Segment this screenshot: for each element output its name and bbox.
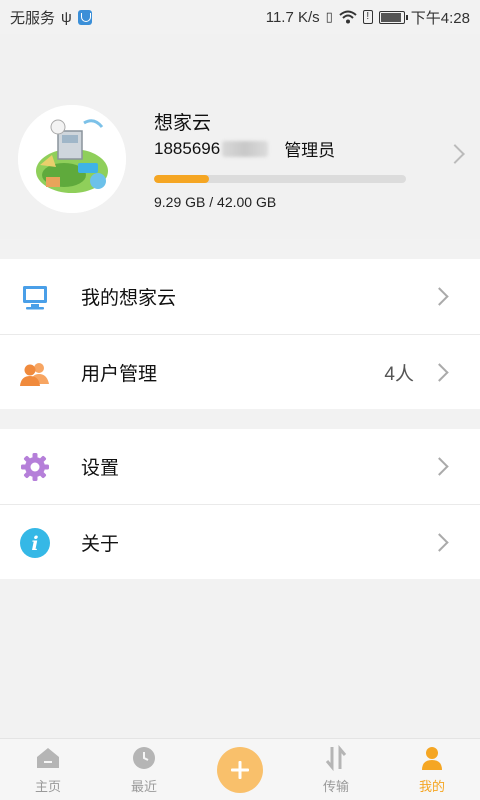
phone-redaction <box>222 140 269 157</box>
carrier-text: 无服务 <box>10 9 56 27</box>
person-icon <box>422 747 442 770</box>
chevron-right-icon <box>430 362 449 382</box>
clock-icon <box>133 747 155 769</box>
home-icon <box>37 748 59 768</box>
chevron-right-icon <box>430 287 449 306</box>
avatar[interactable] <box>18 105 126 213</box>
nav-recent[interactable]: 最近 <box>96 739 192 800</box>
nav-label: 最近 <box>130 779 157 794</box>
nav-label: 主页 <box>34 779 61 794</box>
profile-phone: 1885696 <box>154 138 221 158</box>
nav-home[interactable]: 主页 <box>0 739 96 800</box>
bottom-nav: 主页 最近 传输 我的 <box>0 738 480 800</box>
profile-phone-row: 1885696 管理员 <box>154 136 335 161</box>
computer-icon <box>23 286 47 310</box>
network-speed: 11.7 K/s <box>265 8 320 26</box>
menu-item-label: 关于 <box>81 533 120 555</box>
menu-item-my-cloud[interactable]: 我的想家云 <box>0 259 480 334</box>
gear-icon <box>21 453 49 481</box>
menu-item-user-management[interactable]: 用户管理 4人 <box>0 334 480 409</box>
wifi-icon <box>339 10 357 24</box>
avatar-illustration-icon <box>18 105 126 213</box>
usb-icon: ψ <box>61 8 72 26</box>
menu-group-2: 设置 i 关于 <box>0 429 480 579</box>
svg-text:i: i <box>31 533 38 555</box>
chevron-right-icon <box>445 144 465 164</box>
users-icon <box>20 363 49 386</box>
storage-progress-fill <box>154 175 210 183</box>
storage-text: 9.29 GB / 42.00 GB <box>154 194 277 210</box>
clock: 下午4:28 <box>410 9 470 27</box>
profile-name: 想家云 <box>154 113 212 134</box>
battery-icon <box>378 10 408 24</box>
nav-label: 我的 <box>418 779 445 794</box>
sim-alert-icon: ! <box>362 10 373 24</box>
menu-item-label: 用户管理 <box>81 363 158 385</box>
nav-transfer[interactable]: 传输 <box>288 739 384 800</box>
vibrate-icon: ▯ <box>325 9 333 24</box>
info-icon: i <box>20 528 50 558</box>
shield-icon <box>77 9 92 25</box>
plus-icon <box>231 761 249 779</box>
menu-item-settings[interactable]: 设置 <box>0 429 480 504</box>
user-count: 4人 <box>384 363 414 385</box>
profile-role: 管理员 <box>284 141 336 160</box>
nav-label: 传输 <box>322 779 349 794</box>
status-bar: 无服务 ψ 11.7 K/s ▯ ! 下午4:28 <box>0 0 480 34</box>
add-button[interactable] <box>217 747 263 793</box>
menu-group-1: 我的想家云 用户管理 4人 <box>0 259 480 409</box>
chevron-right-icon <box>430 457 449 476</box>
menu-item-label: 设置 <box>81 458 120 479</box>
nav-add[interactable] <box>192 739 288 800</box>
chevron-right-icon <box>430 532 449 552</box>
profile-header[interactable]: 想家云 1885696 管理员 9.29 GB / 42.00 GB <box>0 34 480 239</box>
storage-progress-bar <box>154 175 406 183</box>
menu-item-label: 我的想家云 <box>81 288 177 309</box>
transfer-icon <box>325 745 347 771</box>
menu-item-about[interactable]: i 关于 <box>0 504 480 579</box>
nav-mine[interactable]: 我的 <box>384 739 480 800</box>
